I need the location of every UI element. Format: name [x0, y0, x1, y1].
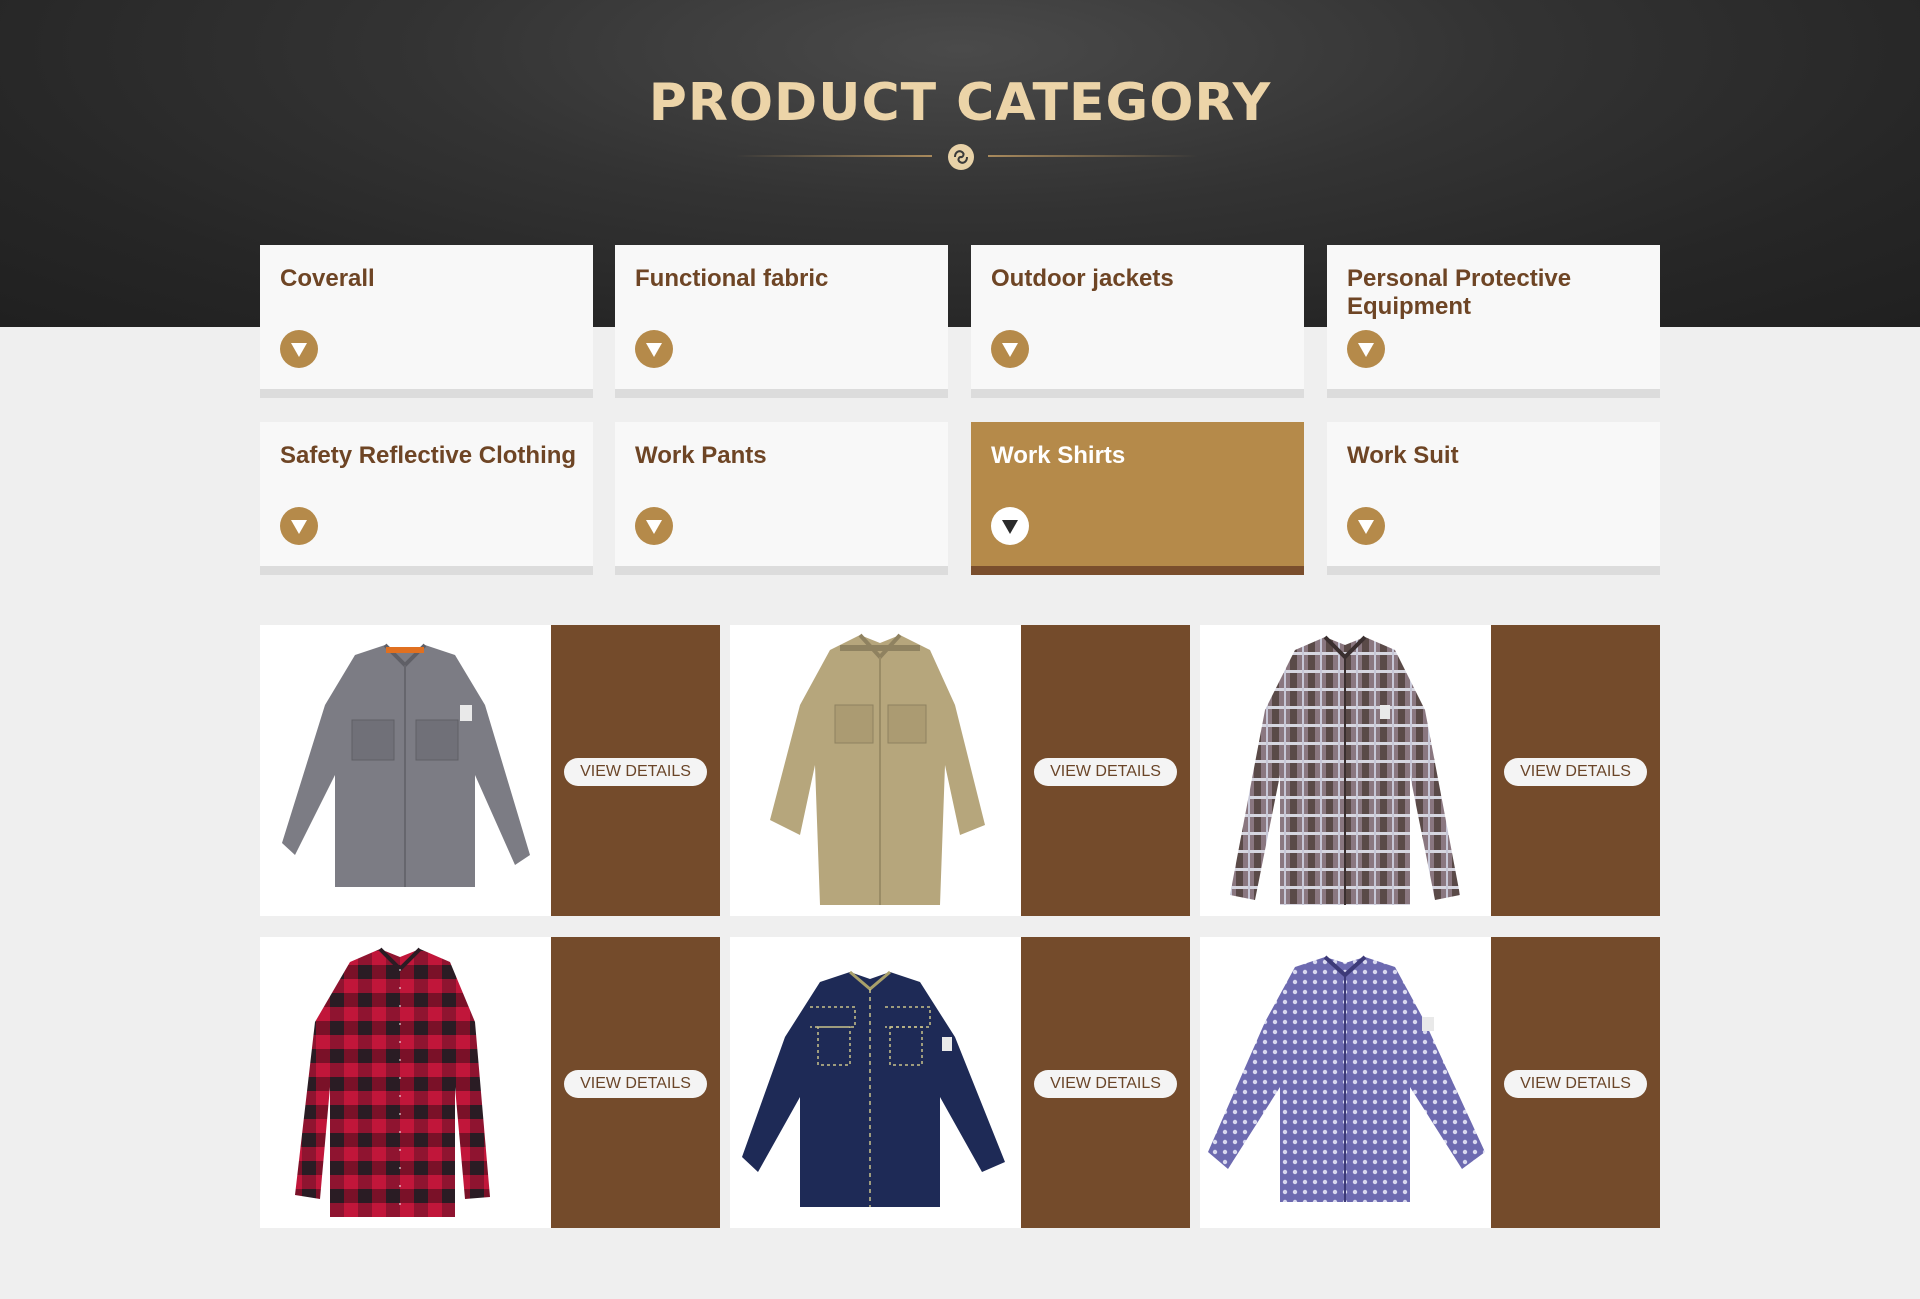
view-details-button[interactable]: VIEW DETAILS: [564, 758, 707, 786]
title-divider-right: [988, 155, 1198, 157]
khaki-work-shirt-image[interactable]: [730, 625, 1021, 916]
category-label: Personal Protective Equipment: [1347, 265, 1572, 320]
category-label: Coverall: [280, 265, 375, 292]
product-card-panel: VIEW DETAILS: [1491, 937, 1660, 1228]
category-safety-reflective-clothing[interactable]: Safety Reflective Clothing: [260, 422, 593, 575]
category-work-shirts[interactable]: Work Shirts: [971, 422, 1304, 575]
grey-work-shirt-image[interactable]: [260, 625, 551, 916]
category-label: Safety Reflective Clothing: [280, 442, 577, 469]
product-card[interactable]: VIEW DETAILS: [730, 937, 1190, 1228]
category-personal-protective-equipment[interactable]: Personal Protective Equipment: [1327, 245, 1660, 398]
category-functional-fabric[interactable]: Functional fabric: [615, 245, 948, 398]
category-label: Outdoor jackets: [991, 265, 1174, 292]
title-divider-left: [735, 155, 932, 157]
knot-emblem-icon: [948, 144, 974, 170]
product-card[interactable]: VIEW DETAILS: [730, 625, 1190, 916]
product-card-panel: VIEW DETAILS: [1021, 625, 1190, 916]
product-card-panel: VIEW DETAILS: [551, 937, 720, 1228]
product-card[interactable]: VIEW DETAILS: [260, 625, 720, 916]
navy-denim-shirt-image[interactable]: [730, 937, 1021, 1228]
product-card-panel: VIEW DETAILS: [551, 625, 720, 916]
chevron-down-icon: [280, 507, 318, 545]
category-label: Work Shirts: [991, 442, 1126, 469]
chevron-down-icon: [1347, 507, 1385, 545]
view-details-button[interactable]: VIEW DETAILS: [1034, 1070, 1177, 1098]
chevron-down-icon: [991, 330, 1029, 368]
category-outdoor-jackets[interactable]: Outdoor jackets: [971, 245, 1304, 398]
product-card-panel: VIEW DETAILS: [1021, 937, 1190, 1228]
product-card[interactable]: VIEW DETAILS: [1200, 937, 1660, 1228]
category-label: Functional fabric: [635, 265, 829, 292]
category-label: Work Suit: [1347, 442, 1459, 469]
category-label: Work Pants: [635, 442, 767, 469]
product-card[interactable]: VIEW DETAILS: [1200, 625, 1660, 916]
product-card[interactable]: VIEW DETAILS: [260, 937, 720, 1228]
product-card-panel: VIEW DETAILS: [1491, 625, 1660, 916]
category-work-suit[interactable]: Work Suit: [1327, 422, 1660, 575]
chevron-down-icon: [991, 507, 1029, 545]
chevron-down-icon: [635, 507, 673, 545]
category-coverall[interactable]: Coverall: [260, 245, 593, 398]
blue-print-shirt-image[interactable]: [1200, 937, 1491, 1228]
view-details-button[interactable]: VIEW DETAILS: [564, 1070, 707, 1098]
chevron-down-icon: [280, 330, 318, 368]
view-details-button[interactable]: VIEW DETAILS: [1504, 758, 1647, 786]
brown-plaid-shirt-image[interactable]: [1200, 625, 1491, 916]
chevron-down-icon: [635, 330, 673, 368]
page-title: PRODUCT CATEGORY: [648, 73, 1272, 133]
view-details-button[interactable]: VIEW DETAILS: [1504, 1070, 1647, 1098]
view-details-button[interactable]: VIEW DETAILS: [1034, 758, 1177, 786]
red-buffalo-plaid-shirt-image[interactable]: [260, 937, 551, 1228]
chevron-down-icon: [1347, 330, 1385, 368]
category-work-pants[interactable]: Work Pants: [615, 422, 948, 575]
